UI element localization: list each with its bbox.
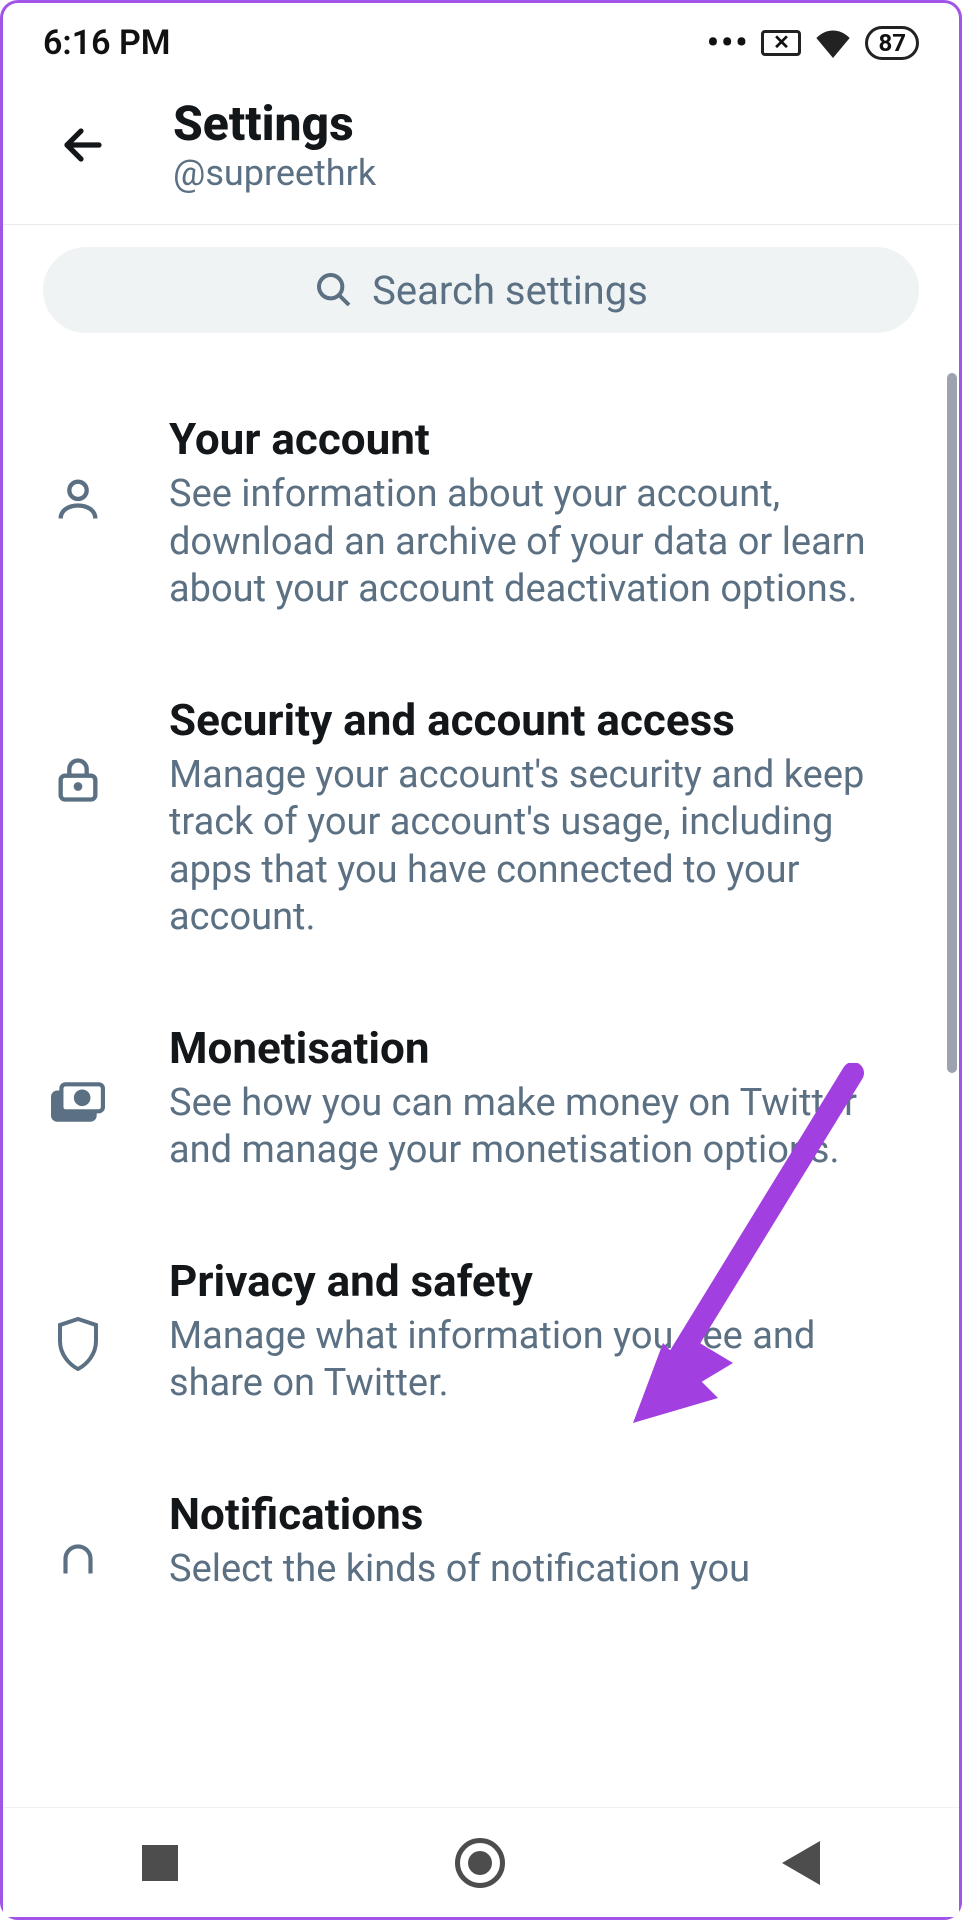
status-icons: ••• 87 <box>707 23 919 63</box>
nav-home-button[interactable] <box>455 1838 505 1888</box>
header-title-block: Settings @supreethrk <box>173 95 376 194</box>
app-header: Settings @supreethrk <box>3 75 959 225</box>
item-title: Notifications <box>169 1488 909 1540</box>
item-title: Your account <box>169 413 909 465</box>
scrollbar[interactable] <box>947 373 957 1073</box>
nav-back-button[interactable] <box>782 1841 820 1885</box>
item-desc: Manage what information you see and shar… <box>169 1313 909 1408</box>
item-desc: See how you can make money on Twitter an… <box>169 1080 909 1175</box>
settings-item-privacy-safety[interactable]: Privacy and safety Manage what informati… <box>33 1215 909 1448</box>
settings-item-security[interactable]: Security and account access Manage your … <box>33 654 909 982</box>
item-desc: Select the kinds of notification you <box>169 1546 909 1594</box>
android-nav-bar <box>3 1807 959 1917</box>
user-handle: @supreethrk <box>173 152 376 194</box>
no-sim-icon <box>761 30 801 56</box>
item-title: Security and account access <box>169 694 909 746</box>
back-button[interactable] <box>53 115 113 175</box>
status-bar: 6:16 PM ••• 87 <box>3 3 959 75</box>
item-title: Monetisation <box>169 1022 909 1074</box>
status-time: 6:16 PM <box>43 23 171 63</box>
lock-icon <box>33 694 123 806</box>
settings-list: Your account See information about your … <box>3 343 959 1633</box>
settings-item-monetisation[interactable]: Monetisation See how you can make money … <box>33 982 909 1215</box>
search-input[interactable]: Search settings <box>43 247 919 333</box>
shield-icon <box>33 1255 123 1371</box>
settings-item-your-account[interactable]: Your account See information about your … <box>33 373 909 654</box>
item-desc: Manage your account's security and keep … <box>169 752 909 942</box>
bell-icon <box>33 1488 123 1586</box>
more-icon: ••• <box>707 23 750 63</box>
user-icon <box>33 413 123 525</box>
wifi-icon <box>813 28 853 58</box>
nav-recent-button[interactable] <box>142 1845 178 1881</box>
settings-item-notifications[interactable]: Notifications Select the kinds of notifi… <box>33 1448 909 1634</box>
item-desc: See information about your account, down… <box>169 471 909 614</box>
item-title: Privacy and safety <box>169 1255 909 1307</box>
battery-indicator: 87 <box>865 26 919 60</box>
search-container: Search settings <box>3 225 959 343</box>
search-placeholder: Search settings <box>372 267 648 314</box>
page-title: Settings <box>173 95 376 152</box>
money-icon <box>33 1022 123 1124</box>
